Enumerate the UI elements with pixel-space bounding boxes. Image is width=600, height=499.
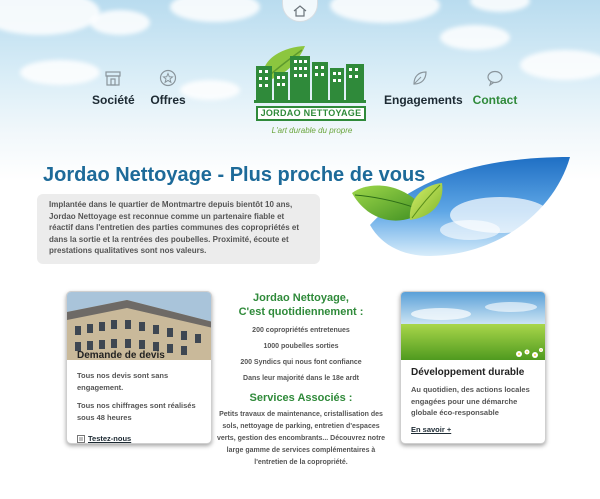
stats-heading-2: C'est quotidiennement : bbox=[238, 306, 364, 318]
logo-wordmark: JORDAO NETTOYAGE bbox=[256, 106, 366, 121]
leaf-sky-illustration bbox=[352, 157, 570, 256]
nav-engagements[interactable]: Engagements bbox=[384, 69, 463, 107]
stats-heading-1: Jordao Nettoyage, bbox=[253, 292, 349, 304]
quote-request-card[interactable]: Demande de devis Tous nos devis sont san… bbox=[66, 291, 212, 444]
card-text: Au quotidien, des actions locales engagé… bbox=[411, 385, 530, 417]
logo-tagline: L'art durable du propre bbox=[271, 126, 353, 135]
card-title: Développement durable bbox=[411, 367, 525, 378]
services-heading: Services Associés : bbox=[249, 392, 353, 404]
test-us-link[interactable]: Testez-nous bbox=[77, 434, 201, 443]
document-icon bbox=[77, 434, 85, 443]
services-text: Petits travaux de maintenance, cristalli… bbox=[216, 411, 386, 466]
daily-stats-column: Jordao Nettoyage, C'est quotidiennement … bbox=[215, 291, 387, 469]
sustainable-development-card[interactable]: Développement durable Au quotidien, des … bbox=[400, 291, 546, 444]
stat-line: 200 copropriétés entretenues bbox=[252, 327, 350, 334]
nav-societe[interactable]: Société bbox=[92, 69, 135, 107]
nav-contact[interactable]: Contact bbox=[472, 69, 518, 107]
card-line: Tous nos devis sont sans engagement. bbox=[77, 371, 169, 392]
meadow-photo bbox=[401, 292, 545, 360]
stat-line: 200 Syndics qui nous font confiance bbox=[240, 359, 362, 366]
jordao-logo[interactable] bbox=[240, 42, 370, 137]
learn-more-link[interactable]: En savoir + bbox=[411, 425, 535, 434]
star-circle-icon bbox=[159, 69, 177, 87]
stat-line: Dans leur majorité dans le 18e ardt bbox=[243, 375, 359, 382]
nav-label: Offres bbox=[150, 93, 186, 107]
nav-label: Engagements bbox=[384, 93, 463, 107]
store-icon bbox=[105, 71, 121, 86]
intro-text: Implantée dans le quartier de Montmartre… bbox=[37, 194, 320, 264]
nav-label: Contact bbox=[472, 93, 518, 107]
nav-label: Société bbox=[92, 93, 135, 107]
home-icon bbox=[293, 4, 307, 17]
link-label: Testez-nous bbox=[88, 434, 132, 443]
card-line: Tous nos chiffrages sont réalisés sous 4… bbox=[77, 401, 196, 422]
building-photo: Demande de devis bbox=[67, 292, 211, 360]
stat-line: 1000 poubelles sorties bbox=[263, 343, 339, 350]
chat-bubble-icon bbox=[487, 70, 503, 87]
card-title: Demande de devis bbox=[77, 350, 165, 360]
leaf-icon bbox=[413, 71, 427, 85]
nav-offres[interactable]: Offres bbox=[148, 69, 188, 107]
